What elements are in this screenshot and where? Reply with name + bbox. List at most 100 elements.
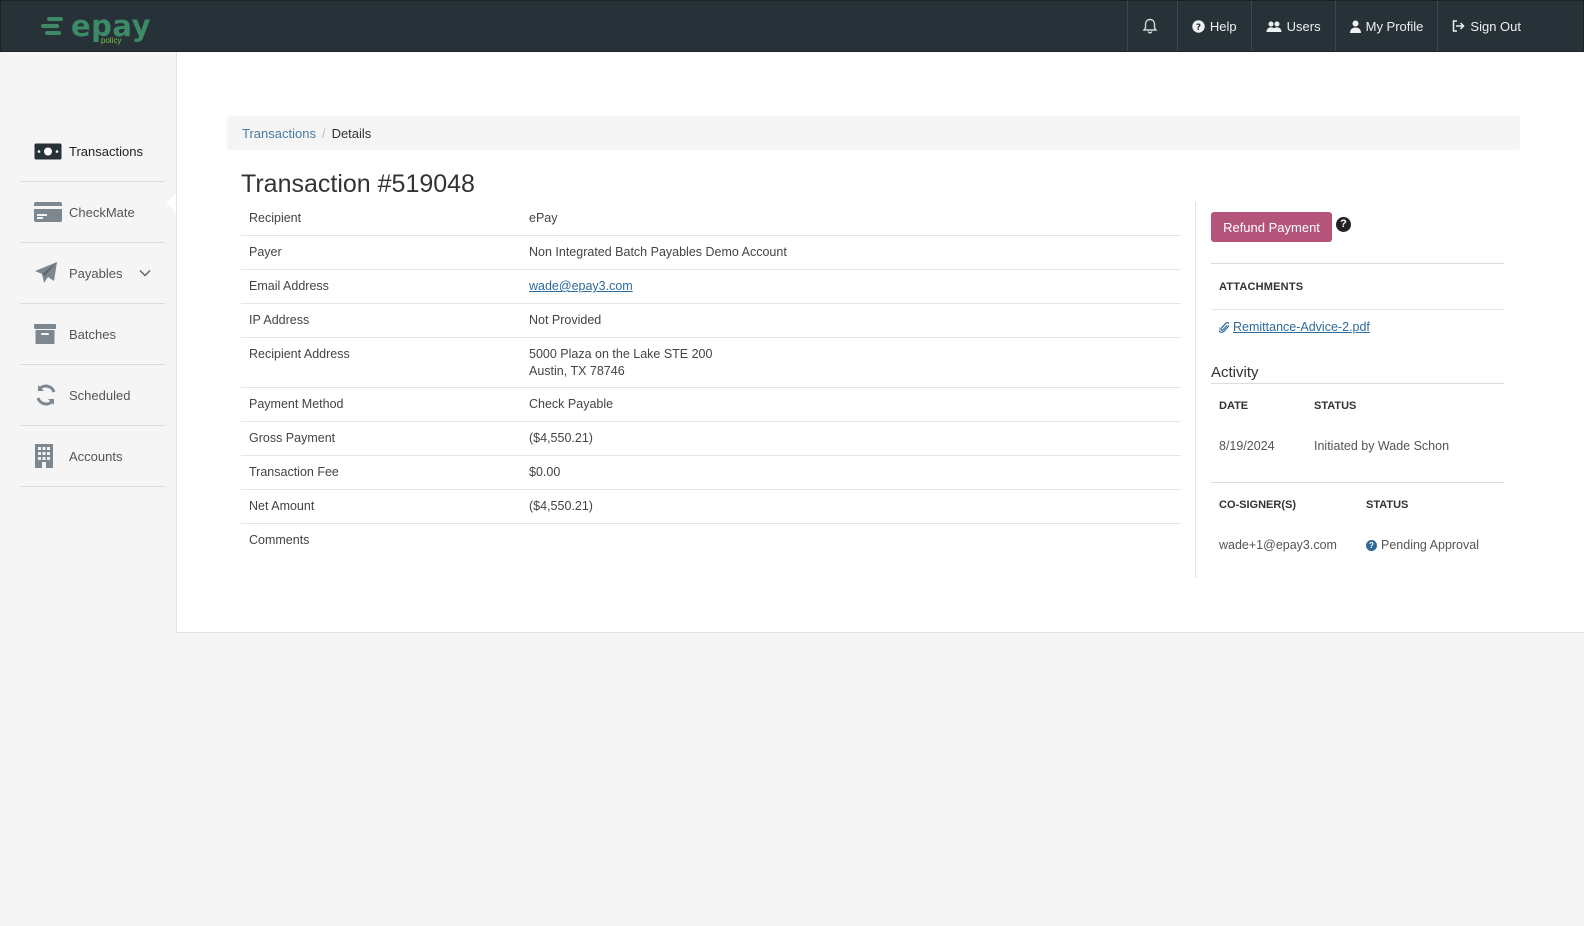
cosigner-header: CO-SIGNER(S): [1219, 499, 1296, 511]
refresh-icon: [34, 383, 64, 407]
detail-key: Comments: [249, 533, 310, 547]
sign-out-link[interactable]: Sign Out: [1437, 1, 1535, 51]
chevron-down-icon[interactable]: [139, 269, 151, 277]
detail-row: Recipient ePay: [241, 202, 1181, 236]
detail-row: Gross Payment ($4,550.21): [241, 422, 1181, 456]
attachments-heading: ATTACHMENTS: [1219, 281, 1304, 293]
refund-payment-button[interactable]: Refund Payment: [1211, 212, 1332, 242]
building-icon: [34, 444, 64, 468]
detail-value: ePay: [529, 211, 558, 225]
detail-row: Payment Method Check Payable: [241, 388, 1181, 422]
top-navbar: epay policy ? Help Users My Profile Sign…: [0, 0, 1584, 52]
detail-key: Recipient: [249, 211, 302, 225]
sidebar-item-checkmate[interactable]: CheckMate: [20, 182, 165, 243]
activity-title: Activity: [1211, 364, 1259, 381]
sidebar-item-label: Payables: [69, 265, 123, 281]
sidebar-item-payables[interactable]: Payables: [20, 243, 165, 304]
sidebar-item-accounts[interactable]: Accounts: [20, 426, 165, 487]
detail-key: Gross Payment: [249, 431, 336, 445]
detail-key: IP Address: [249, 313, 310, 327]
cosigner-status-header: STATUS: [1366, 499, 1409, 511]
notifications-button[interactable]: [1126, 1, 1177, 51]
epay-logo[interactable]: epay policy: [39, 9, 159, 47]
sign-out-icon: [1453, 20, 1465, 32]
detail-key: Payment Method: [249, 397, 344, 411]
detail-value: ($4,550.21): [529, 431, 593, 445]
my-profile-label: My Profile: [1365, 18, 1424, 34]
detail-key: Net Amount: [249, 499, 315, 513]
logo-mark-icon: [41, 17, 63, 35]
detail-key: Payer: [249, 245, 282, 259]
users-label: Users: [1286, 18, 1321, 34]
sidebar-item-batches[interactable]: Batches: [20, 304, 165, 365]
question-circle-icon: ?: [1192, 19, 1205, 33]
detail-row: Payer Non Integrated Batch Payables Demo…: [241, 236, 1181, 270]
sidebar-item-label: Batches: [69, 326, 116, 342]
breadcrumb-current: Details: [331, 125, 372, 141]
column-divider: [1195, 202, 1196, 578]
cosigner-status-text: Pending Approval: [1381, 538, 1479, 552]
detail-value: wade@epay3.com: [529, 279, 1173, 295]
help-label: Help: [1209, 18, 1237, 34]
users-link[interactable]: Users: [1250, 1, 1335, 51]
sidebar-item-scheduled[interactable]: Scheduled: [20, 365, 165, 426]
detail-key: Email Address: [249, 279, 329, 293]
activity-date: 8/19/2024: [1219, 439, 1275, 453]
detail-value: 5000 Plaza on the Lake STE 200 Austin, T…: [529, 347, 1173, 379]
detail-row: Comments: [241, 524, 1181, 558]
top-nav: ? Help Users My Profile Sign Out: [1126, 1, 1535, 51]
detail-value: ($4,550.21): [529, 499, 593, 513]
sidebar-item-label: Scheduled: [69, 387, 131, 403]
archive-icon: [34, 324, 64, 344]
paper-plane-icon: [34, 261, 64, 285]
bell-icon: [1142, 18, 1158, 33]
detail-row: Transaction Fee $0.00: [241, 456, 1181, 490]
breadcrumb: Transactions / Details: [227, 116, 1520, 150]
main-panel: Transactions / Details Transaction #5190…: [176, 52, 1584, 633]
svg-text:?: ?: [1196, 23, 1201, 33]
logo-tagline: policy: [101, 36, 122, 45]
attachment-link[interactable]: Remittance-Advice-2.pdf: [1219, 320, 1370, 334]
detail-value: Check Payable: [529, 397, 614, 411]
email-link[interactable]: wade@epay3.com: [529, 279, 633, 293]
refund-help-icon[interactable]: ?: [1336, 217, 1351, 232]
detail-value: Not Provided: [529, 313, 602, 327]
activity-date-header: DATE: [1219, 400, 1249, 412]
sign-out-label: Sign Out: [1470, 18, 1521, 34]
sidebar: Transactions CheckMate Payables Batches: [0, 52, 177, 926]
activity-status-header: STATUS: [1314, 400, 1357, 412]
detail-row: Email Address wade@epay3.com: [241, 270, 1181, 304]
detail-key: Recipient Address: [249, 347, 350, 361]
divider: [1211, 482, 1504, 483]
user-icon: [1349, 20, 1361, 33]
attachment-filename: Remittance-Advice-2.pdf: [1233, 320, 1370, 334]
activity-status: Initiated by Wade Schon: [1314, 439, 1450, 453]
paperclip-icon: [1219, 322, 1229, 333]
breadcrumb-transactions-link[interactable]: Transactions: [242, 126, 316, 141]
divider: [1211, 263, 1504, 264]
detail-value: Non Integrated Batch Payables Demo Accou…: [529, 245, 787, 259]
address-line-1: 5000 Plaza on the Lake STE 200: [529, 347, 713, 361]
transaction-details: Recipient ePay Payer Non Integrated Batc…: [241, 202, 1181, 558]
detail-row: Net Amount ($4,550.21): [241, 490, 1181, 524]
my-profile-link[interactable]: My Profile: [1334, 1, 1438, 51]
pending-question-icon: ?: [1366, 539, 1377, 551]
detail-row: Recipient Address 5000 Plaza on the Lake…: [241, 338, 1181, 388]
users-icon: [1266, 21, 1282, 32]
divider: [1211, 383, 1504, 384]
page-title: Transaction #519048: [241, 170, 475, 198]
sidebar-item-label: Accounts: [69, 448, 123, 464]
address-line-2: Austin, TX 78746: [529, 364, 625, 378]
sidebar-item-transactions[interactable]: Transactions: [20, 121, 165, 182]
detail-row: IP Address Not Provided: [241, 304, 1181, 338]
detail-value: $0.00: [529, 465, 561, 479]
sidebar-item-label: Transactions: [69, 143, 143, 159]
help-link[interactable]: ? Help: [1176, 1, 1251, 51]
cosigner-email: wade+1@epay3.com: [1219, 538, 1337, 552]
cosigner-status: ? Pending Approval: [1366, 538, 1479, 552]
money-icon: [34, 143, 64, 160]
detail-value: [529, 533, 1173, 550]
detail-key: Transaction Fee: [249, 465, 339, 479]
sidebar-menu: Transactions CheckMate Payables Batches: [20, 121, 165, 487]
sidebar-item-label: CheckMate: [69, 204, 135, 220]
